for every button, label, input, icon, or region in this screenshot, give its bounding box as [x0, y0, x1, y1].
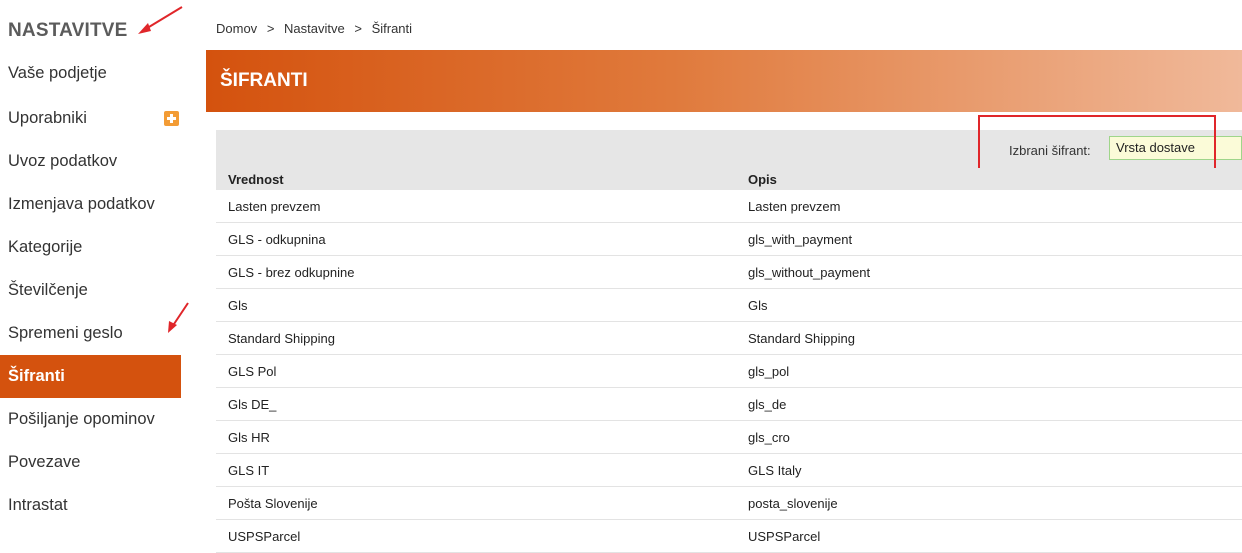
sidebar-item-label: Izmenjava podatkov — [8, 195, 155, 213]
cell-description: gls_with_payment — [748, 232, 853, 247]
sidebar-item-uporabniki[interactable]: Uporabniki — [0, 97, 181, 140]
sidebar-item-label: Vaše podjetje — [8, 64, 107, 82]
table-row[interactable]: Gls HR gls_cro — [216, 421, 1242, 454]
cell-description: gls_cro — [748, 430, 790, 445]
cell-value: GLS - brez odkupnine — [228, 265, 355, 280]
sidebar-item-vase-podjetje[interactable]: Vaše podjetje — [0, 52, 181, 95]
column-header-value[interactable]: Vrednost — [228, 172, 284, 187]
sidebar-item-label: Spremeni geslo — [8, 324, 123, 342]
sidebar-item-label: Intrastat — [8, 496, 68, 514]
table-header: Vrednost Opis — [216, 168, 1242, 190]
table-row[interactable]: GLS - odkupnina gls_with_payment — [216, 223, 1242, 256]
table-row[interactable]: GLS - brez odkupnine gls_without_payment — [216, 256, 1242, 289]
table-row[interactable]: Pošta Slovenije posta_slovenije — [216, 487, 1242, 520]
cell-value: GLS Pol — [228, 364, 277, 379]
codebook-table: Vrednost Opis Lasten prevzem Lasten prev… — [216, 168, 1242, 553]
page-header: ŠIFRANTI — [206, 50, 1242, 112]
table-row[interactable]: USPSParcel USPSParcel — [216, 520, 1242, 553]
sidebar-item-povezave[interactable]: Povezave — [0, 441, 181, 484]
sidebar-item-stevilcenje[interactable]: Številčenje — [0, 269, 181, 312]
sidebar-item-posiljanje-opominov[interactable]: Pošiljanje opominov — [0, 398, 181, 441]
sidebar-item-label: Uporabniki — [8, 109, 87, 127]
cell-description: gls_pol — [748, 364, 790, 379]
sidebar-item-sifranti[interactable]: Šifranti — [0, 355, 181, 398]
cell-description: Lasten prevzem — [748, 199, 841, 214]
table-row[interactable]: Standard Shipping Standard Shipping — [216, 322, 1242, 355]
cell-value: GLS IT — [228, 463, 270, 478]
annotation-arrow-title — [138, 6, 183, 34]
table-row[interactable]: Gls Gls — [216, 289, 1242, 322]
sidebar-item-label: Pošiljanje opominov — [8, 410, 155, 428]
cell-description: USPSParcel — [748, 529, 821, 544]
sidebar-item-label: Številčenje — [8, 281, 88, 299]
table-row[interactable]: Gls DE_ gls_de — [216, 388, 1242, 421]
sidebar-item-label: Šifranti — [8, 367, 65, 385]
sidebar-item-label: Uvoz podatkov — [8, 152, 118, 170]
cell-description: Gls — [748, 298, 768, 313]
cell-value: Gls DE_ — [228, 397, 277, 412]
cell-description: posta_slovenije — [748, 496, 838, 511]
annotation-arrow-sifranti — [168, 302, 189, 333]
annotation-highlight-box — [978, 115, 1216, 175]
sidebar-item-label: Kategorije — [8, 238, 83, 256]
breadcrumb-separator: > — [266, 21, 275, 36]
cell-description: GLS Italy — [748, 463, 802, 478]
sidebar-title: NASTAVITVE — [8, 20, 128, 41]
sidebar-item-kategorije[interactable]: Kategorije — [0, 226, 181, 269]
cell-value: Standard Shipping — [228, 331, 335, 346]
cell-description: gls_without_payment — [748, 265, 871, 280]
sidebar-item-uvoz-podatkov[interactable]: Uvoz podatkov — [0, 140, 181, 183]
table-row[interactable]: GLS IT GLS Italy — [216, 454, 1242, 487]
cell-value: Gls HR — [228, 430, 270, 445]
breadcrumb: Domov > Nastavitve > Šifranti — [216, 21, 418, 36]
sidebar: NASTAVITVE Vaše podjetje Uporabniki Uvoz… — [0, 0, 181, 546]
plus-icon[interactable] — [164, 111, 179, 126]
page-title: ŠIFRANTI — [220, 70, 308, 91]
table-row[interactable]: GLS Pol gls_pol — [216, 355, 1242, 388]
cell-description: Standard Shipping — [748, 331, 855, 346]
breadcrumb-home[interactable]: Domov — [216, 21, 257, 36]
sidebar-item-izmenjava-podatkov[interactable]: Izmenjava podatkov — [0, 183, 181, 226]
table-row[interactable]: Lasten prevzem Lasten prevzem — [216, 190, 1242, 223]
cell-value: Lasten prevzem — [228, 199, 321, 214]
breadcrumb-settings[interactable]: Nastavitve — [284, 21, 345, 36]
cell-value: GLS - odkupnina — [228, 232, 326, 247]
cell-value: Gls — [228, 298, 248, 313]
breadcrumb-separator: > — [354, 21, 362, 36]
column-header-description[interactable]: Opis — [748, 172, 777, 187]
cell-description: gls_de — [748, 397, 787, 412]
sidebar-item-intrastat[interactable]: Intrastat — [0, 484, 181, 527]
cell-value: Pošta Slovenije — [228, 496, 318, 511]
cell-value: USPSParcel — [228, 529, 301, 544]
breadcrumb-current: Šifranti — [371, 21, 413, 36]
sidebar-item-spremeni-geslo[interactable]: Spremeni geslo — [0, 312, 181, 355]
sidebar-item-label: Povezave — [8, 453, 81, 471]
